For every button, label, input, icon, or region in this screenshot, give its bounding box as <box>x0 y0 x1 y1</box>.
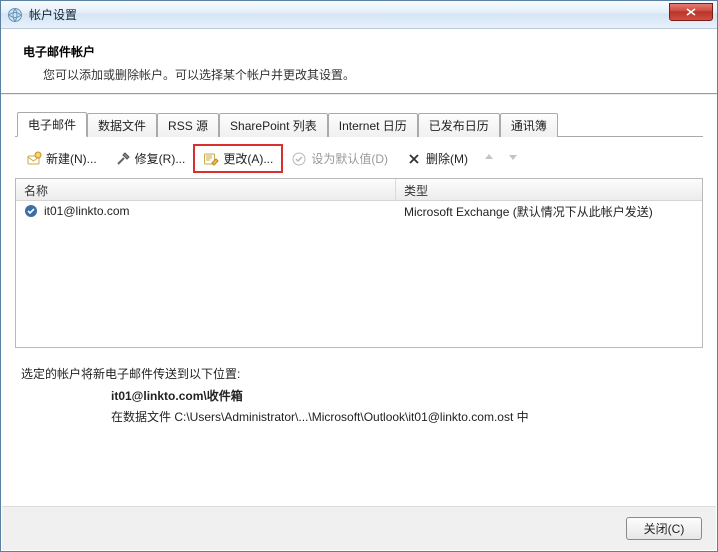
set-default-button: 设为默认值(D) <box>284 147 395 170</box>
column-name[interactable]: 名称 <box>16 179 396 200</box>
cell-name: it01@linkto.com <box>16 202 396 220</box>
tab-label: SharePoint 列表 <box>230 119 317 133</box>
app-icon <box>7 7 23 23</box>
toolbar: 新建(N)... 修复(R)... 更改(A)... <box>15 137 703 178</box>
list-row[interactable]: it01@linkto.com Microsoft Exchange (默认情况… <box>16 201 702 221</box>
tab-sharepoint[interactable]: SharePoint 列表 <box>219 113 328 137</box>
tab-label: RSS 源 <box>168 119 208 133</box>
new-button[interactable]: 新建(N)... <box>19 147 104 170</box>
new-icon <box>26 151 42 167</box>
repair-label: 修复(R)... <box>135 150 186 167</box>
list-header: 名称 类型 <box>16 179 702 201</box>
tab-rss[interactable]: RSS 源 <box>157 113 219 137</box>
remove-icon <box>406 151 422 167</box>
tab-data-files[interactable]: 数据文件 <box>87 113 157 137</box>
account-icon <box>24 204 38 218</box>
tab-label: 电子邮件 <box>28 118 76 132</box>
remove-label: 删除(M) <box>426 150 468 167</box>
delivery-target: it01@linkto.com\收件箱 <box>21 386 697 408</box>
delivery-intro: 选定的帐户将新电子邮件传送到以下位置: <box>21 364 697 386</box>
tab-label: Internet 日历 <box>339 119 407 133</box>
check-circle-icon <box>291 151 307 167</box>
content-area: 电子邮件 数据文件 RSS 源 SharePoint 列表 Internet 日… <box>1 95 717 439</box>
window-title: 帐户设置 <box>29 6 77 23</box>
delivery-path: 在数据文件 C:\Users\Administrator\...\Microso… <box>21 407 697 429</box>
move-up-button <box>479 151 499 166</box>
repair-icon <box>115 151 131 167</box>
cell-type: Microsoft Exchange (默认情况下从此帐户发送) <box>396 201 702 222</box>
header-description: 您可以添加或删除帐户。可以选择某个帐户并更改其设置。 <box>23 66 695 83</box>
change-label: 更改(A)... <box>223 150 273 167</box>
tab-email[interactable]: 电子邮件 <box>17 112 87 137</box>
move-down-button <box>503 151 523 166</box>
tab-label: 数据文件 <box>98 119 146 133</box>
new-label: 新建(N)... <box>46 150 97 167</box>
repair-button[interactable]: 修复(R)... <box>108 147 193 170</box>
tab-label: 已发布日历 <box>429 119 489 133</box>
tab-strip: 电子邮件 数据文件 RSS 源 SharePoint 列表 Internet 日… <box>15 113 703 137</box>
dialog-footer: 关闭(C) <box>2 506 716 550</box>
tab-label: 通讯簿 <box>511 119 547 133</box>
change-button[interactable]: 更改(A)... <box>196 147 280 170</box>
remove-button[interactable]: 删除(M) <box>399 147 475 170</box>
column-type[interactable]: 类型 <box>396 179 702 200</box>
close-label: 关闭(C) <box>644 520 685 537</box>
account-list: 名称 类型 it01@linkto.com Microsoft Exchange… <box>15 178 703 348</box>
dialog-header: 电子邮件帐户 您可以添加或删除帐户。可以选择某个帐户并更改其设置。 <box>1 29 717 95</box>
tab-published-calendar[interactable]: 已发布日历 <box>418 113 500 137</box>
set-default-label: 设为默认值(D) <box>311 150 388 167</box>
title-bar: 帐户设置 <box>1 1 717 29</box>
tab-address-book[interactable]: 通讯簿 <box>500 113 558 137</box>
account-name: it01@linkto.com <box>44 204 130 218</box>
tab-internet-calendar[interactable]: Internet 日历 <box>328 113 418 137</box>
close-window-button[interactable] <box>669 3 713 21</box>
change-icon <box>203 151 219 167</box>
close-button[interactable]: 关闭(C) <box>626 517 702 540</box>
delivery-info: 选定的帐户将新电子邮件传送到以下位置: it01@linkto.com\收件箱 … <box>15 348 703 429</box>
header-title: 电子邮件帐户 <box>23 43 695 60</box>
